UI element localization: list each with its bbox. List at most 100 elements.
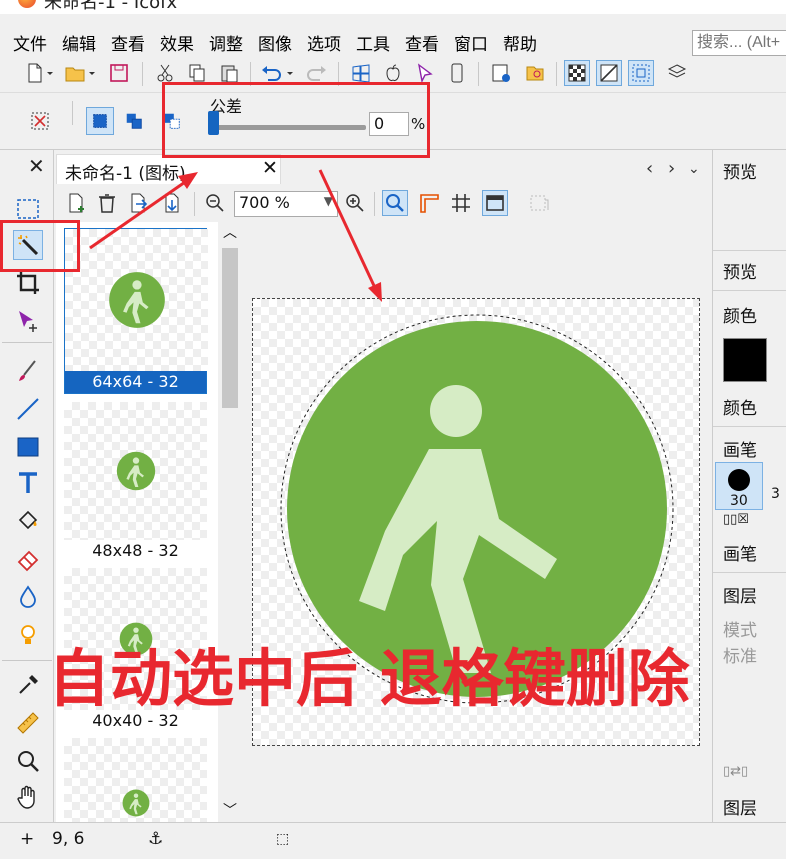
list-item[interactable]: 48x48 - 32 xyxy=(64,402,207,562)
menu-file[interactable]: 文件 xyxy=(13,30,47,55)
status-bar: + 9, 6 ⚓ ⬚ xyxy=(0,822,786,859)
menu-window[interactable]: 窗口 xyxy=(454,30,488,55)
toolbar-separator xyxy=(478,62,479,86)
eyedropper-icon[interactable] xyxy=(13,670,43,700)
grid-icon[interactable] xyxy=(448,190,474,216)
menu-bar: 文件 编辑 查看 效果 调整 图像 选项 工具 查看 窗口 帮助 xyxy=(0,28,786,56)
menu-view[interactable]: 查看 xyxy=(111,30,145,55)
add-image-icon[interactable] xyxy=(64,190,90,216)
brush-header: 画笔 xyxy=(723,441,757,461)
list-item[interactable] xyxy=(64,738,207,822)
walking-person-icon xyxy=(116,451,155,491)
scrollbar-thumb[interactable] xyxy=(222,248,238,408)
layers-header: 图层 xyxy=(723,587,757,607)
save-icon[interactable] xyxy=(106,60,132,86)
checkerboard-icon[interactable] xyxy=(564,60,590,86)
canvas-area xyxy=(242,222,708,822)
layers-mode-label: 模式 xyxy=(723,621,757,641)
selection-frame-icon[interactable] xyxy=(628,60,654,86)
layers-tab[interactable]: 图层 xyxy=(723,794,757,819)
open-folder-icon[interactable] xyxy=(62,60,88,86)
zoom-tool-icon[interactable] xyxy=(382,190,408,216)
menu-adjust[interactable]: 调整 xyxy=(209,30,243,55)
layers-icon[interactable] xyxy=(664,60,690,86)
thumbnail-caption: 48x48 - 32 xyxy=(92,541,179,560)
rulers-icon[interactable] xyxy=(416,190,442,216)
ruler-icon[interactable] xyxy=(13,708,43,738)
close-icon[interactable]: ✕ xyxy=(28,154,45,178)
deselect-icon[interactable] xyxy=(26,107,54,135)
tab-document[interactable]: 未命名-1 (图标) ✕ xyxy=(56,154,281,184)
zoom-in-icon[interactable] xyxy=(342,190,368,216)
blur-drop-icon[interactable] xyxy=(13,582,43,612)
eraser-icon[interactable] xyxy=(13,544,43,574)
menu-options[interactable]: 选项 xyxy=(307,30,341,55)
doc-toolbar-separator xyxy=(374,192,375,216)
move-select-icon[interactable] xyxy=(13,306,43,336)
export-image-icon[interactable] xyxy=(160,190,186,216)
toolbar-separator xyxy=(556,62,557,86)
menu-edit[interactable]: 编辑 xyxy=(62,30,96,55)
thumbnail-scrollbar[interactable]: ︿ ﹀ xyxy=(218,222,242,822)
color-tab[interactable]: 颜色 xyxy=(723,394,757,419)
walking-person-icon xyxy=(122,789,149,817)
crosshair-icon: + xyxy=(20,829,35,849)
text-icon[interactable] xyxy=(13,468,43,498)
annotation-box-tool xyxy=(0,220,80,272)
menu-tools[interactable]: 工具 xyxy=(356,30,390,55)
tools-separator xyxy=(2,660,52,661)
hand-icon[interactable] xyxy=(13,782,43,812)
layer-actions-icons[interactable]: ▯⇄▯ xyxy=(723,764,748,779)
panel-divider xyxy=(713,572,786,573)
open-dropdown-icon[interactable] xyxy=(86,60,98,86)
tab-prev-icon[interactable]: ‹ xyxy=(646,158,653,179)
primary-color-swatch[interactable] xyxy=(723,338,767,382)
fill-bucket-icon[interactable] xyxy=(13,506,43,536)
new-image-icon[interactable] xyxy=(488,60,514,86)
thumbnail-image xyxy=(64,738,207,822)
brush-actions-icons[interactable]: ▯▯☒ xyxy=(723,512,749,527)
menu-effects[interactable]: 效果 xyxy=(160,30,194,55)
toolbar-separator xyxy=(142,62,143,86)
brush-dot-icon xyxy=(728,469,750,491)
layers-mode-select[interactable]: 标准 xyxy=(723,642,757,667)
brush-icon[interactable] xyxy=(13,356,43,386)
thumbnail-caption: 64x64 - 32 xyxy=(65,371,206,393)
preview-tab[interactable]: 预览 xyxy=(723,258,757,283)
image-search-icon[interactable] xyxy=(522,60,548,86)
selection-new-icon[interactable] xyxy=(86,107,114,135)
brush-size: 30 xyxy=(730,493,748,509)
chevron-down-icon[interactable]: ﹀ xyxy=(223,800,237,820)
menu-help[interactable]: 帮助 xyxy=(503,30,537,55)
line-icon[interactable] xyxy=(13,394,43,424)
anchor-icon: ⚓ xyxy=(148,829,164,849)
tools-separator xyxy=(2,342,52,343)
rectangle-icon[interactable] xyxy=(13,432,43,462)
mobile-icon[interactable] xyxy=(444,60,470,86)
crop-icon[interactable] xyxy=(13,268,43,298)
zoom-select[interactable]: 700 % ▼ xyxy=(234,191,338,217)
brush-size-next[interactable]: 3 xyxy=(771,486,780,502)
menu-view-2[interactable]: 查看 xyxy=(405,30,439,55)
menu-image[interactable]: 图像 xyxy=(258,30,292,55)
tab-list-icon[interactable]: ⌄ xyxy=(688,161,700,177)
app-window: 未命名-1 - Icofx 文件 编辑 查看 效果 调整 图像 选项 工具 查看… xyxy=(0,0,786,859)
chevron-up-icon[interactable]: ︿ xyxy=(223,222,237,242)
brush-tab[interactable]: 画笔 xyxy=(723,540,757,565)
zoom-icon[interactable] xyxy=(13,746,43,776)
new-file-dropdown-icon[interactable] xyxy=(44,60,56,86)
import-image-icon[interactable] xyxy=(126,190,152,216)
no-background-icon[interactable] xyxy=(596,60,622,86)
dodge-bulb-icon[interactable] xyxy=(13,620,43,650)
selection-size-icon: ⬚ xyxy=(276,831,290,847)
window-view-icon[interactable] xyxy=(482,190,508,216)
list-item[interactable]: 64x64 - 32 xyxy=(64,228,208,394)
selection-add-icon[interactable] xyxy=(120,107,148,135)
search-input[interactable] xyxy=(692,30,786,56)
zoom-out-icon[interactable] xyxy=(202,190,228,216)
cursor-position: 9, 6 xyxy=(52,829,85,849)
brush-size-tile[interactable]: 30 xyxy=(715,462,763,510)
close-tab-icon[interactable]: ✕ xyxy=(262,157,278,179)
tab-next-icon[interactable]: › xyxy=(668,158,675,179)
delete-image-icon[interactable] xyxy=(94,190,120,216)
